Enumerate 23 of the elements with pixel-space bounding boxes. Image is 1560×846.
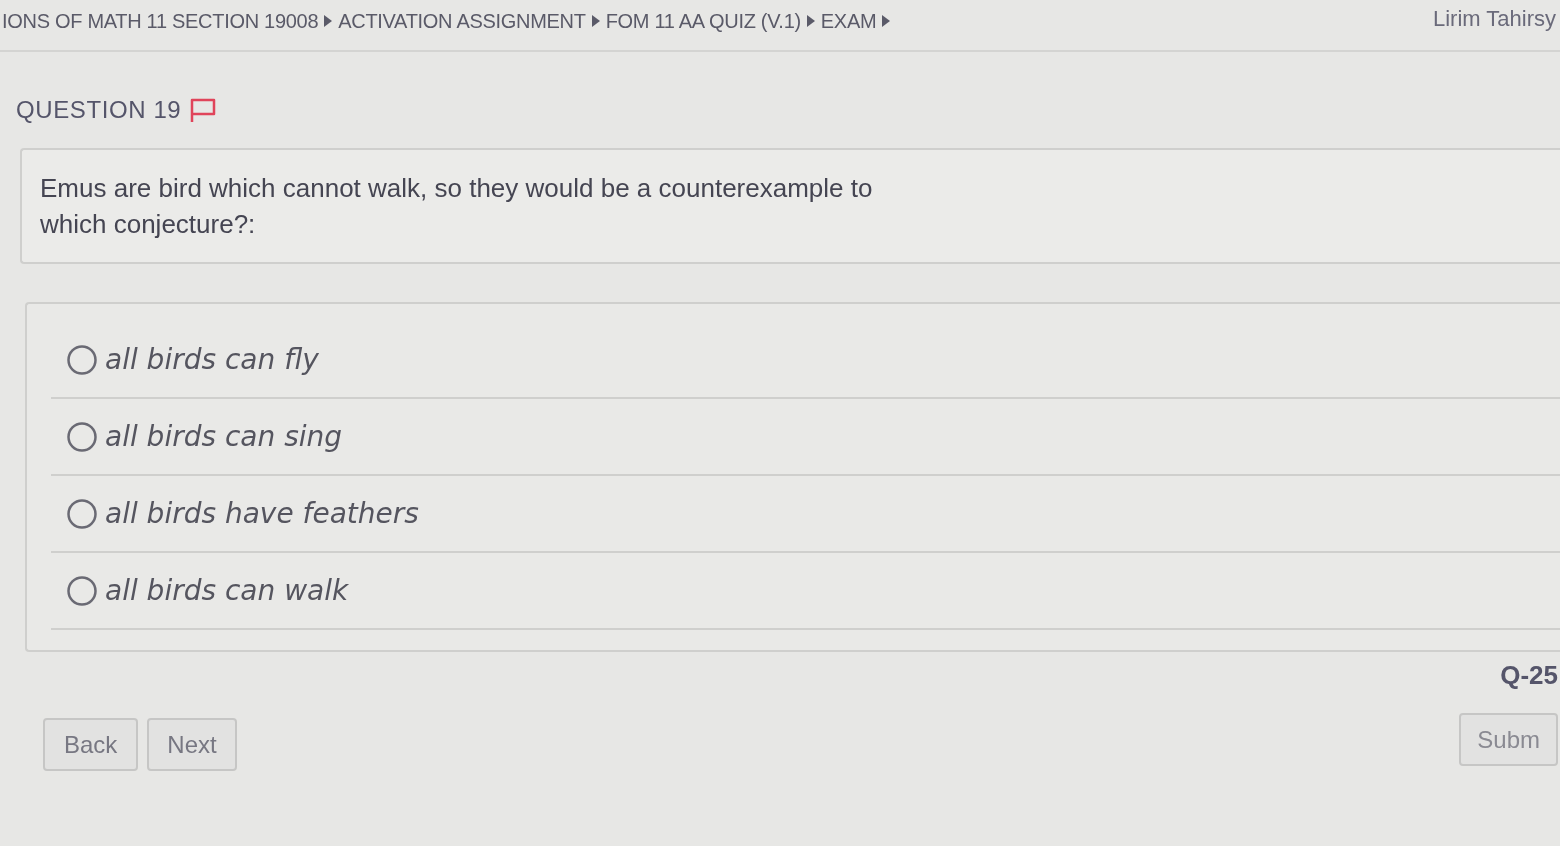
next-button[interactable]: Next <box>147 718 237 771</box>
question-text: Emus are bird which cannot walk, so they would be a counterexample to which conjecture?: <box>40 172 874 241</box>
question-title: QUESTION 19 <box>16 95 182 125</box>
radio-button[interactable] <box>67 421 97 452</box>
back-button[interactable]: Back <box>43 718 139 771</box>
option-label[interactable]: all birds can walk <box>105 569 349 612</box>
option-label[interactable]: all birds can fly <box>105 338 319 381</box>
question-code: Q-25 <box>1500 659 1558 692</box>
triangle-separator-icon <box>324 15 333 27</box>
radio-button[interactable] <box>67 575 97 606</box>
radio-button[interactable] <box>67 344 97 375</box>
breadcrumb-link[interactable]: ACTIVATION ASSIGNMENT <box>338 6 586 36</box>
breadcrumb-link[interactable]: EXAM <box>820 6 877 36</box>
breadcrumb-link[interactable]: IONS OF MATH 11 SECTION 19008 <box>2 6 319 36</box>
breadcrumb-link[interactable]: FOM 11 AA QUIZ (V.1) <box>605 6 801 36</box>
triangle-separator-icon <box>882 15 891 27</box>
triangle-separator-icon <box>806 15 815 27</box>
triangle-separator-icon <box>591 15 600 27</box>
option-label[interactable]: all birds can sing <box>105 415 343 458</box>
user-name: Lirim Tahirsy <box>1432 5 1556 33</box>
radio-button[interactable] <box>67 498 97 529</box>
flag-icon[interactable] <box>189 97 218 123</box>
option-label[interactable]: all birds have feathers <box>105 492 419 535</box>
